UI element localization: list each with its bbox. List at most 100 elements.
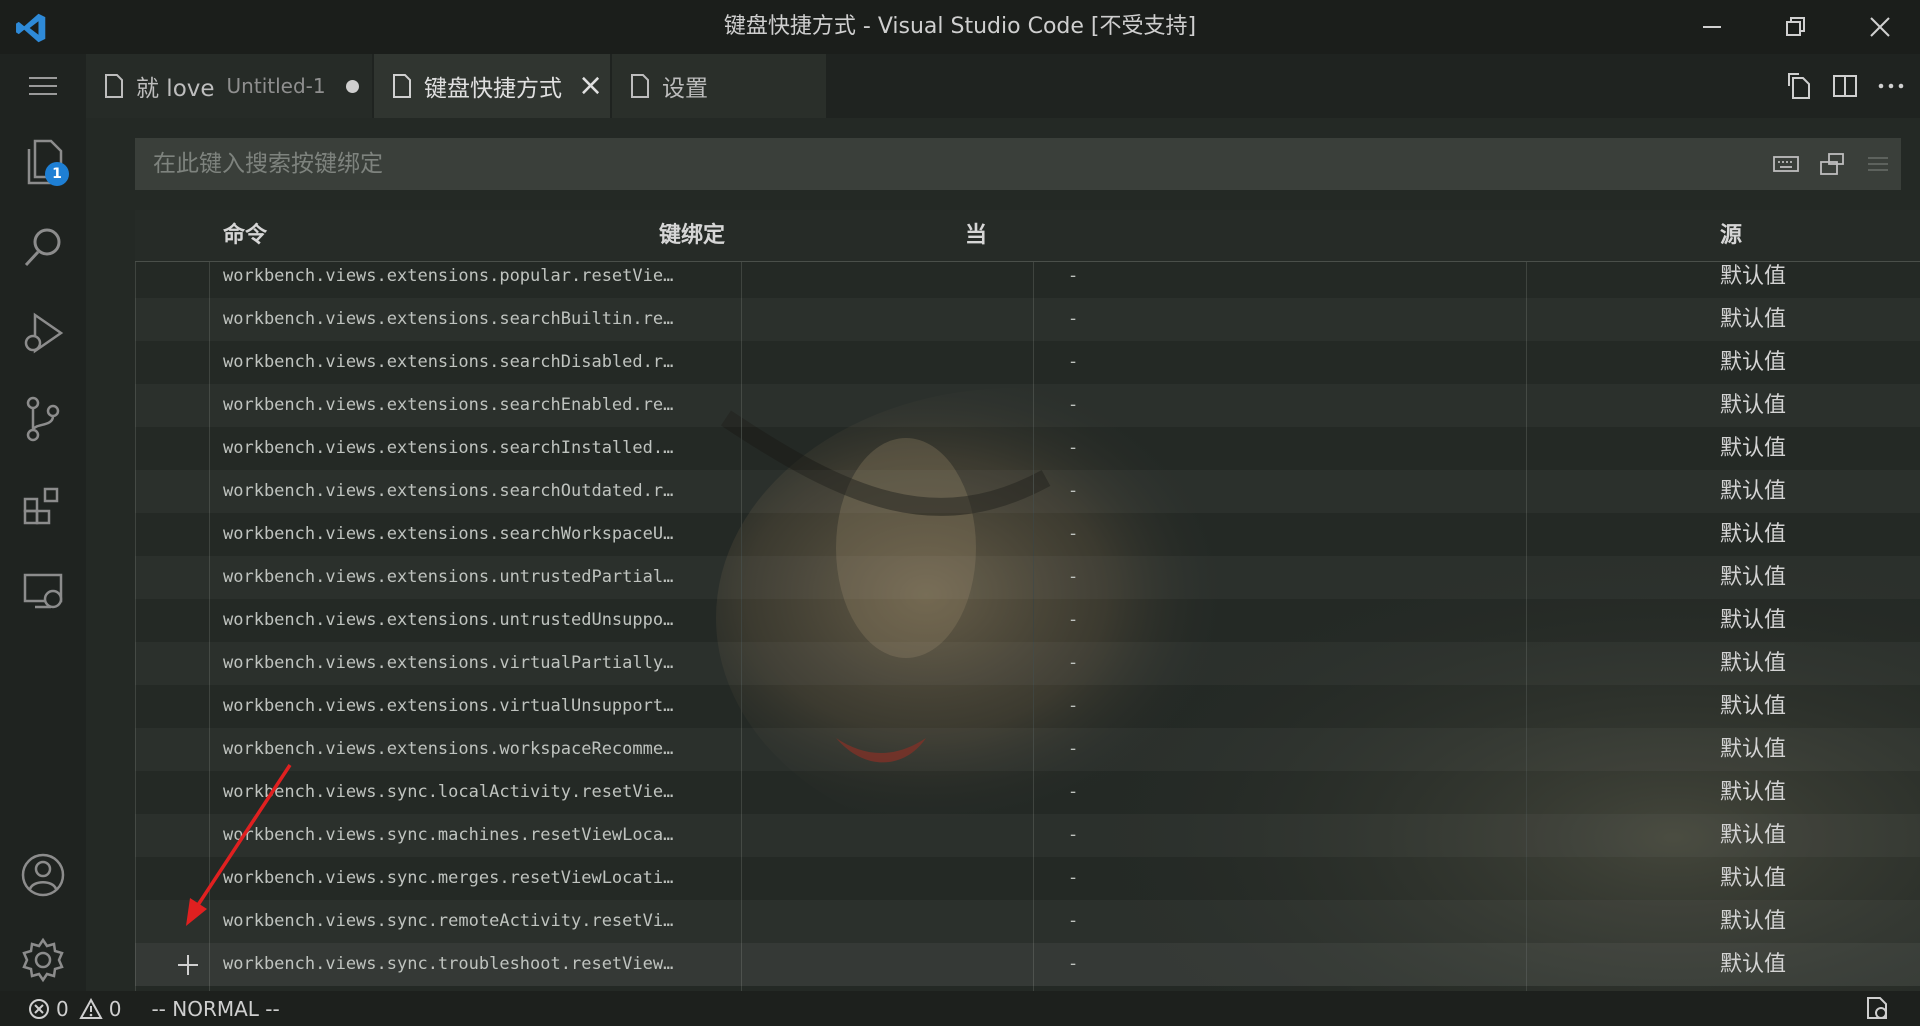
plus-icon <box>178 955 198 975</box>
when-cell: - <box>1070 825 1077 845</box>
activity-search[interactable] <box>0 204 86 290</box>
table-row[interactable]: workbench.views.extensions.popular.reset… <box>135 262 1920 298</box>
error-icon <box>29 998 49 1019</box>
table-row[interactable]: workbench.views.sync.remoteActivity.rese… <box>135 900 1920 943</box>
command-cell: workbench.views.extensions.searchOutdate… <box>223 481 674 501</box>
tab-bar: 就 love Untitled-1 键盘快捷方式 × 设置 <box>86 54 1920 118</box>
table-row[interactable]: workbench.views.extensions.workspaceReco… <box>135 728 1920 771</box>
table-row[interactable]: workbench.views.extensions.searchBuiltin… <box>135 298 1920 341</box>
when-cell: - <box>1070 266 1077 286</box>
problems-indicator[interactable]: 0 0 <box>28 997 121 1021</box>
table-row[interactable]: workbench.views.sync.merges.resetViewLoc… <box>135 857 1920 900</box>
close-window-button[interactable] <box>1840 0 1920 54</box>
record-keys-button[interactable] <box>1763 155 1809 173</box>
tab-label: 就 love <box>136 76 215 102</box>
split-editor-button[interactable] <box>1822 73 1868 99</box>
keybinding-search-box <box>135 138 1901 190</box>
add-keybinding-button[interactable] <box>173 950 203 980</box>
activity-accounts[interactable] <box>0 832 86 918</box>
when-cell: - <box>1070 653 1077 673</box>
table-row[interactable]: workbench.views.extensions.virtualPartia… <box>135 642 1920 685</box>
column-header-source[interactable]: 源 <box>1720 210 1742 262</box>
restore-icon <box>1786 17 1805 36</box>
table-row[interactable]: workbench.views.extensions.untrustedUnsu… <box>135 599 1920 642</box>
keybindings-table: 命令 键绑定 当 源 workbench.views.extensions.po… <box>135 210 1920 991</box>
command-cell: workbench.views.extensions.searchEnabled… <box>223 395 674 415</box>
command-cell: workbench.views.extensions.workspaceReco… <box>223 739 674 759</box>
when-cell: - <box>1070 438 1077 458</box>
source-cell: 默认值 <box>1720 952 1787 977</box>
feedback-button[interactable] <box>1864 995 1890 1026</box>
table-row[interactable]: workbench.views.sync.machines.resetViewL… <box>135 814 1920 857</box>
table-row[interactable]: workbench.views.extensions.searchInstall… <box>135 427 1920 470</box>
column-header-when[interactable]: 当 <box>965 210 987 262</box>
source-cell: 默认值 <box>1720 651 1787 676</box>
more-actions-button[interactable] <box>1868 82 1914 90</box>
table-row[interactable]: workbench.views.extensions.virtualUnsupp… <box>135 685 1920 728</box>
accounts-icon <box>21 853 65 897</box>
when-cell: - <box>1070 782 1077 802</box>
when-cell: - <box>1070 696 1077 716</box>
table-row[interactable]: workbench.views.sync.localActivity.reset… <box>135 771 1920 814</box>
source-cell: 默认值 <box>1720 522 1787 547</box>
column-header-keybinding[interactable]: 键绑定 <box>659 210 725 262</box>
open-file-icon <box>1788 73 1810 99</box>
extensions-icon <box>23 487 59 525</box>
activity-explorer[interactable] <box>0 118 86 204</box>
tab-untitled[interactable]: 就 love Untitled-1 <box>86 54 372 118</box>
table-row[interactable]: workbench.views.extensions.searchWorkspa… <box>135 513 1920 556</box>
command-cell: workbench.views.extensions.searchDisable… <box>223 352 674 372</box>
error-count: 0 <box>56 996 69 1021</box>
command-cell: workbench.views.sync.localActivity.reset… <box>223 782 674 802</box>
source-cell: 默认值 <box>1720 307 1787 332</box>
explorer-badge: 1 <box>45 162 69 186</box>
tab-keyboard-shortcuts[interactable]: 键盘快捷方式 × <box>374 54 610 118</box>
tab-label: 设置 <box>662 76 708 102</box>
source-cell: 默认值 <box>1720 479 1787 504</box>
activity-source-control[interactable] <box>0 376 86 462</box>
open-keybindings-json-button[interactable] <box>1776 72 1822 100</box>
table-row[interactable]: workbench.views.extensions.untrustedPart… <box>135 556 1920 599</box>
clear-search-button[interactable] <box>1855 154 1901 174</box>
close-tab-icon[interactable]: × <box>578 71 603 101</box>
command-cell: workbench.views.extensions.untrustedPart… <box>223 567 674 587</box>
source-cell: 默认值 <box>1720 393 1787 418</box>
title-bar: 键盘快捷方式 - Visual Studio Code [不受支持] <box>0 0 1920 54</box>
restore-button[interactable] <box>1756 0 1836 54</box>
source-cell: 默认值 <box>1720 264 1787 289</box>
when-cell: - <box>1070 481 1077 501</box>
unsaved-dot-icon[interactable] <box>345 79 359 93</box>
split-editor-icon <box>1833 75 1857 97</box>
table-row[interactable]: workbench.views.extensions.searchOutdate… <box>135 470 1920 513</box>
command-cell: workbench.views.sync.remoteActivity.rese… <box>223 911 674 931</box>
table-row[interactable]: workbench.views.extensions.searchEnabled… <box>135 384 1920 427</box>
source-cell: 默认值 <box>1720 737 1787 762</box>
keybinding-search-input[interactable] <box>135 138 1735 190</box>
command-cell: workbench.views.extensions.untrustedUnsu… <box>223 610 674 630</box>
activity-run-debug[interactable] <box>0 290 86 376</box>
ellipsis-icon <box>1878 83 1904 89</box>
when-cell: - <box>1070 567 1077 587</box>
sort-precedence-icon <box>1820 153 1844 175</box>
minimize-icon <box>1703 26 1721 28</box>
when-cell: - <box>1070 395 1077 415</box>
keyboard-shortcuts-editor: 命令 键绑定 当 源 workbench.views.extensions.po… <box>86 118 1920 991</box>
activity-remote-explorer[interactable] <box>0 548 86 634</box>
minimize-button[interactable] <box>1672 0 1752 54</box>
window-title: 键盘快捷方式 - Visual Studio Code [不受支持] <box>723 14 1197 39</box>
search-icon <box>24 228 61 267</box>
clear-filter-icon <box>1868 157 1888 171</box>
column-header-command[interactable]: 命令 <box>223 210 267 262</box>
sort-by-precedence-button[interactable] <box>1809 152 1855 176</box>
table-row[interactable]: workbench.views.sync.troubleshoot.resetV… <box>135 943 1920 986</box>
file-icon <box>631 74 649 98</box>
when-cell: - <box>1070 352 1077 372</box>
tab-settings[interactable]: 设置 <box>612 54 826 118</box>
activity-extensions[interactable] <box>0 462 86 548</box>
run-debug-icon <box>24 312 64 354</box>
file-icon <box>105 74 123 98</box>
table-row[interactable]: workbench.views.extensions.searchDisable… <box>135 341 1920 384</box>
manage-gear-icon <box>22 937 64 983</box>
menu-button[interactable] <box>0 54 86 118</box>
editor-actions <box>1776 54 1920 118</box>
